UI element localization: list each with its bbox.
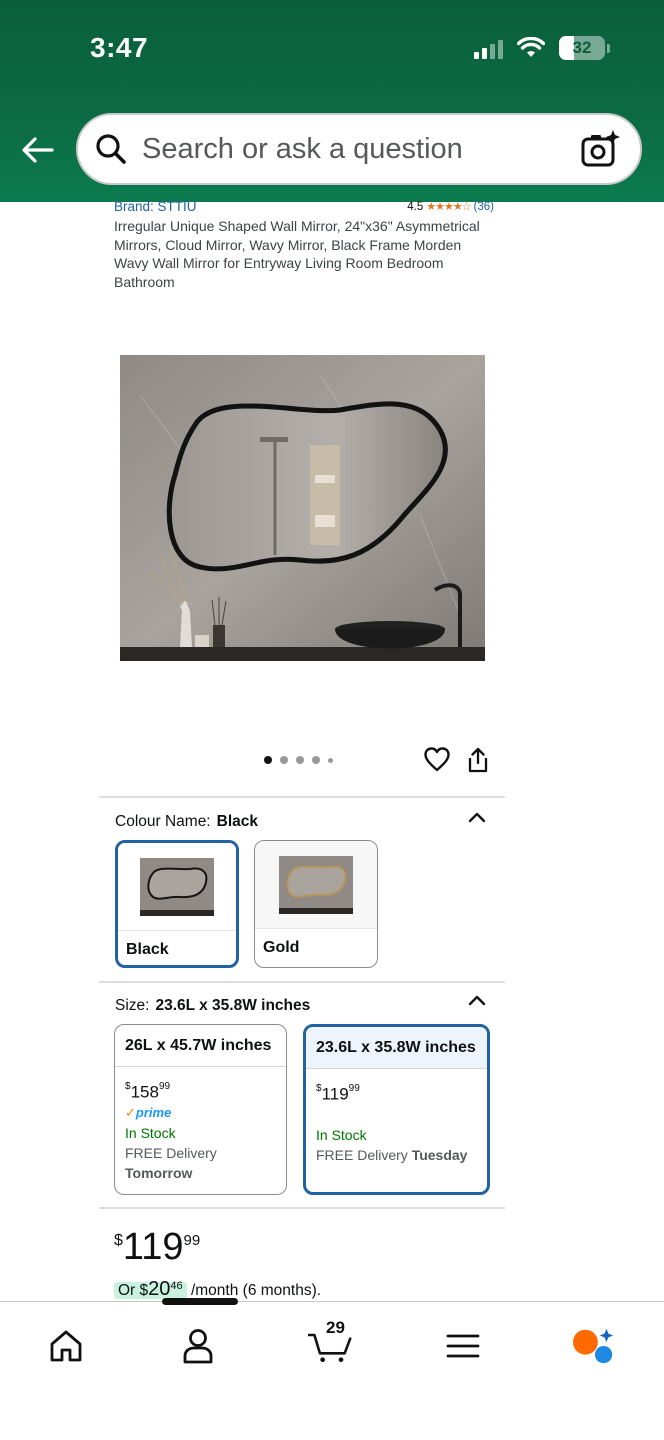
status-icons: 32 [474, 36, 610, 60]
nav-account[interactable] [176, 1324, 220, 1368]
chevron-up-icon[interactable] [468, 811, 486, 823]
nav-rufus[interactable] [572, 1324, 616, 1368]
size-selected-value: 23.6L x 35.8W inches [155, 997, 311, 1014]
product-title: Irregular Unique Shaped Wall Mirror, 24"… [114, 218, 480, 291]
search-input[interactable] [142, 132, 580, 166]
home-icon [50, 1330, 82, 1362]
swatch-thumbnail [140, 857, 214, 916]
colour-swatch-gold[interactable]: Gold [254, 840, 378, 968]
colour-swatch-black[interactable]: Black [115, 840, 239, 968]
review-count[interactable]: (36) [474, 201, 494, 213]
chevron-up-icon[interactable] [468, 994, 486, 1006]
product-price: $119 99 [114, 1226, 201, 1268]
search-bar[interactable] [76, 113, 642, 185]
user-icon [183, 1329, 213, 1364]
wifi-icon [517, 37, 545, 57]
status-time: 3:47 [90, 32, 149, 63]
app-header: 3:47 32 [0, 0, 664, 202]
carousel-dot[interactable] [264, 756, 272, 764]
carousel-dot[interactable] [296, 756, 304, 764]
bottom-navigation: 29 [0, 1301, 664, 1440]
carousel-dot[interactable] [280, 756, 288, 764]
swatch-label: Black [126, 941, 169, 958]
nav-home[interactable] [44, 1324, 88, 1368]
delivery-day: Tomorrow [125, 1164, 193, 1181]
nav-menu[interactable] [441, 1324, 485, 1368]
menu-icon [446, 1334, 480, 1358]
battery-level: 32 [572, 38, 592, 57]
search-icon [96, 134, 126, 164]
divider [99, 1207, 505, 1209]
size-option-label: 26L x 45.7W inches [115, 1025, 286, 1067]
heart-icon[interactable] [424, 747, 450, 773]
colour-label-text: Colour Name: [115, 813, 211, 830]
carousel-dot[interactable] [312, 756, 320, 764]
product-rating[interactable]: 4.5 ★★★★☆ (36) [407, 200, 494, 214]
rating-value: 4.5 [407, 200, 424, 213]
nav-cart[interactable]: 29 [308, 1318, 352, 1368]
cellular-signal-icon [474, 37, 503, 59]
size-label: Size: 23.6L x 35.8W inches [115, 997, 310, 1015]
size-label-text: Size: [115, 997, 150, 1014]
battery-icon: 32 [559, 36, 605, 60]
swatch-thumbnail [279, 855, 353, 914]
swatch-label: Gold [263, 939, 300, 956]
stock-status: In Stock [316, 1126, 367, 1143]
product-image[interactable] [120, 355, 485, 661]
brand-link[interactable]: Brand: STTIU [114, 199, 197, 214]
prime-badge: ✓prime [125, 1104, 172, 1120]
carousel-dot[interactable] [328, 757, 333, 763]
star-rating-icon: ★★★★☆ [426, 201, 471, 213]
colour-name-label: Colour Name: Black [115, 813, 258, 831]
back-arrow-icon[interactable] [20, 132, 56, 168]
divider [99, 796, 505, 798]
home-indicator [162, 1298, 238, 1305]
option-price: $11999 [316, 1083, 360, 1104]
option-price: $15899 [125, 1081, 171, 1102]
brand-rating-row: Brand: STTIU 4.5 ★★★★☆ (36) [114, 199, 494, 214]
size-option-label: 23.6L x 35.8W inches [306, 1027, 487, 1069]
cart-count-badge: 29 [326, 1318, 345, 1337]
delivery-prefix: FREE Delivery [125, 1144, 217, 1161]
carousel-dots[interactable] [264, 756, 333, 764]
divider [99, 981, 505, 983]
camera-lens-icon[interactable] [580, 129, 620, 169]
rufus-assistant-icon [572, 1328, 614, 1364]
delivery-info: FREE Delivery Tuesday [316, 1146, 468, 1163]
colour-selected-value: Black [216, 813, 258, 830]
size-option-26x45[interactable]: 26L x 45.7W inches $15899 ✓prime In Stoc… [114, 1024, 287, 1195]
share-icon[interactable] [466, 747, 490, 773]
stock-status: In Stock [125, 1124, 176, 1141]
size-option-23x35[interactable]: 23.6L x 35.8W inches $11999 In Stock FRE… [303, 1024, 490, 1195]
